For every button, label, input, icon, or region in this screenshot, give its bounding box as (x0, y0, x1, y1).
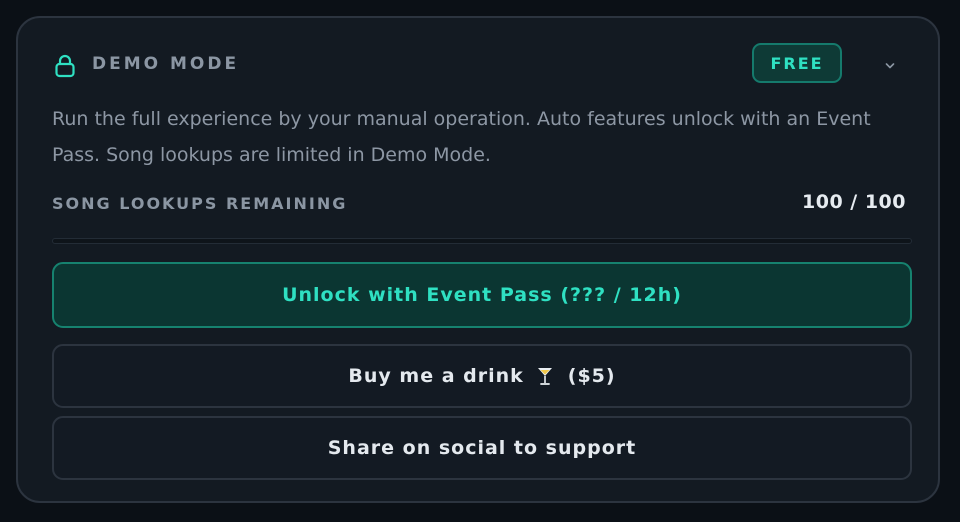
chevron-down-icon[interactable] (880, 56, 900, 76)
lock-icon (55, 54, 75, 78)
cocktail-glass-icon (537, 368, 552, 385)
panel-description: Run the full experience by your manual o… (52, 108, 871, 166)
share-social-button[interactable]: Share on social to support (52, 416, 912, 480)
unlock-event-pass-button[interactable]: Unlock with Event Pass (??? / 12h) (52, 262, 912, 328)
drink-button-label: Buy me a drink (348, 365, 524, 387)
unlock-button-label: Unlock with Event Pass (??? / 12h) (282, 284, 682, 306)
share-button-label: Share on social to support (327, 437, 637, 459)
buy-drink-button[interactable]: Buy me a drink ($5) (52, 344, 912, 408)
lookups-progress-bar (52, 238, 912, 244)
free-badge: FREE (752, 43, 842, 83)
lookups-label: SONG LOOKUPS REMAINING (52, 194, 348, 213)
demo-mode-panel: DEMO MODE FREE Run the full experience b… (16, 16, 940, 503)
panel-title: DEMO MODE (92, 54, 240, 74)
drink-button-price: ($5) (567, 365, 616, 387)
lookups-count: 100 / 100 (802, 191, 906, 213)
